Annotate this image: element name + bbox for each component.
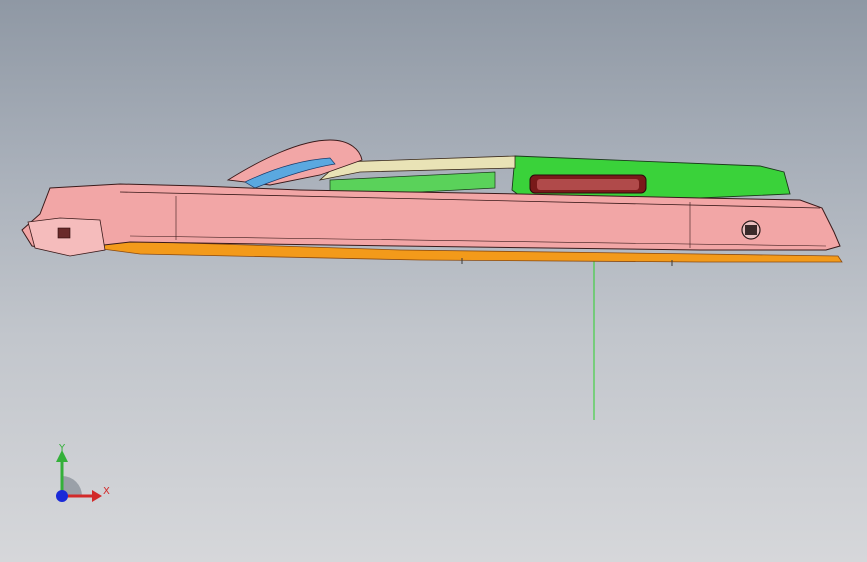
graphics-viewport[interactable]: Y X xyxy=(0,0,867,562)
z-axis-dot-icon xyxy=(56,490,68,502)
x-axis-arrow-icon xyxy=(92,490,102,502)
coordinate-triad: Y X xyxy=(40,438,130,518)
stern-vent xyxy=(57,227,71,239)
hull-porthole-inner xyxy=(745,225,757,235)
cabin-window-inner xyxy=(537,179,639,190)
y-axis-label: Y xyxy=(59,443,66,454)
x-axis-label: X xyxy=(103,486,110,497)
cad-model[interactable] xyxy=(0,0,867,562)
cockpit-green xyxy=(329,171,496,193)
windshield[interactable] xyxy=(226,139,363,186)
